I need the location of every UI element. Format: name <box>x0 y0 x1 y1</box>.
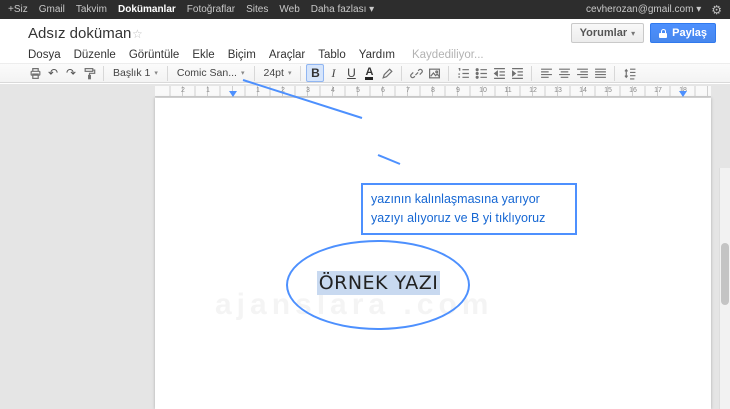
menu-table[interactable]: Tablo <box>318 49 346 61</box>
ruler-number: 7 <box>406 87 410 94</box>
menu-tools[interactable]: Araçlar <box>269 49 305 61</box>
align-justify-icon[interactable] <box>591 64 609 82</box>
menu-view[interactable]: Görüntüle <box>129 49 180 61</box>
nav-photos[interactable]: Fotoğraflar <box>187 4 235 15</box>
ruler: 2 1 1 2 3 4 5 6 7 8 9 10 11 12 13 14 15 … <box>155 86 711 97</box>
paragraph-style-dropdown[interactable]: Başlık 1 ▾ <box>109 64 162 82</box>
document-area: 2 1 1 2 3 4 5 6 7 8 9 10 11 12 13 14 15 … <box>0 84 730 409</box>
star-icon[interactable]: ☆ <box>132 27 143 41</box>
ruler-number: 6 <box>381 87 385 94</box>
print-icon[interactable] <box>26 64 44 82</box>
gear-icon[interactable]: ⚙ <box>711 3 722 17</box>
nav-more-menu[interactable]: Daha fazlası ▾ <box>311 4 374 15</box>
document-title[interactable]: Adsız doküman <box>28 25 131 42</box>
line-spacing-icon[interactable] <box>620 64 638 82</box>
ruler-number: 17 <box>654 87 662 94</box>
toolbar-separator <box>253 65 255 81</box>
ruler-number: 4 <box>331 87 335 94</box>
redo-icon[interactable]: ↷ <box>62 64 80 82</box>
bold-button[interactable]: B <box>306 64 325 82</box>
ruler-number: 15 <box>604 87 612 94</box>
toolbar-separator <box>300 65 302 81</box>
nav-calendar[interactable]: Takvim <box>76 4 107 15</box>
align-left-icon[interactable] <box>537 64 555 82</box>
indent-decrease-icon[interactable] <box>490 64 508 82</box>
lock-icon <box>659 28 668 38</box>
google-bar: +Siz Gmail Takvim Dokümanlar Fotoğraflar… <box>0 0 730 19</box>
selected-text[interactable]: ÖRNEK YAZI <box>296 271 461 295</box>
chevron-down-icon: ▾ <box>631 28 636 38</box>
toolbar-separator <box>448 65 450 81</box>
comments-button-label: Yorumlar <box>579 27 628 39</box>
nav-web[interactable]: Web <box>279 4 299 15</box>
italic-button[interactable]: I <box>324 64 342 82</box>
text-color-button[interactable]: A <box>360 64 378 82</box>
indent-increase-icon[interactable] <box>508 64 526 82</box>
nav-plus-you[interactable]: +Siz <box>8 4 28 15</box>
annotation-line-1: yazının kalınlaşmasına yarıyor <box>371 192 540 206</box>
menu-bar: Dosya Düzenle Görüntüle Ekle Biçim Araçl… <box>28 48 484 62</box>
ruler-number: 5 <box>356 87 360 94</box>
undo-icon[interactable]: ↶ <box>44 64 62 82</box>
ruler-number: 1 <box>206 87 210 94</box>
underline-button[interactable]: U <box>342 64 360 82</box>
toolbar-separator <box>531 65 533 81</box>
ruler-number: 1 <box>256 87 260 94</box>
menu-edit[interactable]: Düzenle <box>74 49 116 61</box>
font-size-dropdown[interactable]: 24pt ▾ <box>260 64 296 82</box>
ruler-number: 11 <box>504 87 512 94</box>
highlight-color-icon[interactable] <box>378 64 396 82</box>
scrollbar-thumb[interactable] <box>720 243 729 305</box>
comments-button[interactable]: Yorumlar ▾ <box>570 23 645 43</box>
vertical-scrollbar[interactable] <box>719 168 730 409</box>
header: Adsız doküman ☆ Yorumlar ▾ Paylaş <box>0 19 730 47</box>
menu-insert[interactable]: Ekle <box>192 49 214 61</box>
left-indent-marker[interactable] <box>229 91 237 97</box>
menu-file[interactable]: Dosya <box>28 49 61 61</box>
nav-gmail[interactable]: Gmail <box>39 4 65 15</box>
share-button-label: Paylaş <box>672 27 707 39</box>
ruler-number: 2 <box>181 87 185 94</box>
toolbar-separator <box>103 65 104 81</box>
toolbar: ↶ ↷ Başlık 1 ▾ Comic San... ▾ 24pt ▾ B I U … <box>0 63 730 83</box>
nav-documents[interactable]: Dokümanlar <box>118 4 176 15</box>
paint-format-icon[interactable] <box>80 64 98 82</box>
ruler-number: 16 <box>629 87 637 94</box>
bulleted-list-icon[interactable] <box>472 64 490 82</box>
ruler-number: 3 <box>306 87 310 94</box>
account-menu[interactable]: cevherozan@gmail.com ▾ <box>586 4 701 15</box>
toolbar-separator <box>166 65 168 81</box>
toolbar-separator <box>614 65 616 81</box>
nav-sites[interactable]: Sites <box>246 4 268 15</box>
share-button[interactable]: Paylaş <box>650 23 716 43</box>
toolbar-separator <box>401 65 403 81</box>
chevron-down-icon: ▾ <box>287 70 292 77</box>
numbered-list-icon[interactable] <box>454 64 472 82</box>
ruler-number: 2 <box>281 87 285 94</box>
font-family-dropdown[interactable]: Comic San... ▾ <box>173 64 249 82</box>
align-right-icon[interactable] <box>573 64 591 82</box>
annotation-line-2: yazıyı alıyoruz ve B yi tıklıyoruz <box>371 210 546 225</box>
ruler-number: 9 <box>456 87 460 94</box>
ruler-number: 13 <box>554 87 562 94</box>
menu-format[interactable]: Biçim <box>228 49 256 61</box>
annotation-callout: yazının kalınlaşmasına yarıyor yazıyı al… <box>361 183 577 235</box>
ruler-number: 10 <box>479 87 487 94</box>
chevron-down-icon: ▾ <box>154 70 158 77</box>
insert-image-icon[interactable] <box>425 64 443 82</box>
ruler-number: 8 <box>431 87 435 94</box>
insert-link-icon[interactable] <box>407 64 425 82</box>
right-indent-marker[interactable] <box>679 91 687 97</box>
ruler-number: 12 <box>529 87 537 94</box>
chevron-down-icon: ▾ <box>240 70 245 77</box>
align-center-icon[interactable] <box>555 64 573 82</box>
menu-help[interactable]: Yardım <box>359 49 395 61</box>
saving-status: Kaydediliyor... <box>411 49 484 61</box>
ruler-number: 14 <box>579 87 587 94</box>
